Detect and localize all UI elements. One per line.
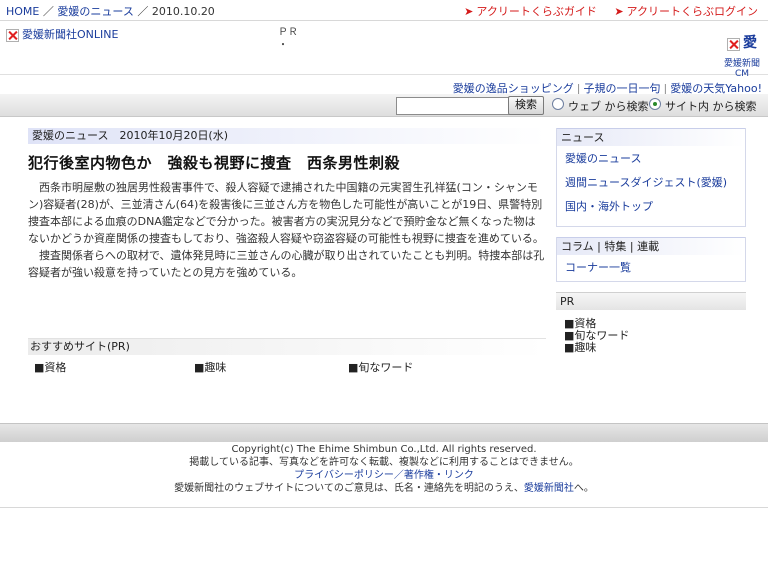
site-logo-link[interactable]: 愛媛新聞社ONLINE bbox=[22, 28, 118, 41]
page: HOME ／ 愛媛のニュース ／ 2010.10.20 ➤ アクリートくらぶガイド… bbox=[0, 0, 768, 508]
ehime-cm-banner[interactable]: 愛 愛媛新聞CM bbox=[722, 32, 762, 79]
pr-label: ＰＲ bbox=[278, 27, 298, 38]
recommended-item[interactable]: ■趣味 bbox=[194, 359, 226, 375]
search-input[interactable] bbox=[396, 97, 510, 115]
breadcrumb: HOME ／ 愛媛のニュース ／ 2010.10.20 bbox=[6, 3, 215, 19]
cm-logo-char: 愛 bbox=[743, 35, 757, 51]
copy-notice-text: 掲載している記事、写真などを許可なく転載、複製などに利用することはできません。 bbox=[189, 457, 579, 468]
radio-web-label: ウェブ から検索 bbox=[568, 100, 649, 113]
breadcrumb-section-link[interactable]: 愛媛のニュース bbox=[57, 5, 133, 18]
sidebar-link-corner-list[interactable]: コーナー一覧 bbox=[557, 255, 745, 281]
recommended-item[interactable]: ■資格 bbox=[34, 359, 66, 375]
broken-image-icon bbox=[727, 38, 740, 51]
contact-line: 愛媛新聞社のウェブサイトについてのご意見は、氏名・連絡先を明記のうえ、愛媛新聞社… bbox=[174, 483, 594, 494]
pr-banner: ＰＲ ・ bbox=[278, 26, 298, 52]
recommended-sites: おすすめサイト(PR) ■資格 ■趣味 ■旬なワード bbox=[28, 338, 546, 375]
pr-list: ■資格 ■旬なワード ■趣味 bbox=[556, 310, 746, 354]
contact-link[interactable]: 愛媛新聞社 bbox=[524, 483, 574, 494]
arrow-right-icon: ➤ bbox=[464, 5, 474, 18]
radio-web-search[interactable] bbox=[552, 98, 564, 110]
breadcrumb-date: 2010.10.20 bbox=[151, 5, 215, 18]
acreat-guide-link[interactable]: ➤ アクリートくらぶガイド bbox=[464, 5, 597, 18]
footer-bar bbox=[0, 423, 768, 442]
article-paragraph: 西条市明屋敷の独居男性殺害事件で、殺人容疑で逮捕された中国籍の元実習生孔祥猛(コ… bbox=[28, 181, 544, 245]
acreat-login-link[interactable]: ➤ アクリートくらぶログイン bbox=[614, 5, 758, 18]
news-box-heading: ニュース bbox=[557, 128, 745, 146]
pr-box: PR ■資格 ■旬なワード ■趣味 bbox=[556, 292, 746, 354]
article-section-heading: 愛媛のニュース 2010年10月20日(水) bbox=[28, 128, 546, 144]
search-button[interactable]: 検索 bbox=[508, 96, 544, 115]
top-links: ➤ アクリートくらぶガイド ➤ アクリートくらぶログイン bbox=[450, 3, 758, 19]
article-paragraph: 捜査関係者らへの取材で、遺体発見時に三並さんの心臓が取り出されていたことも判明。… bbox=[28, 249, 545, 279]
recommended-list: ■資格 ■趣味 ■旬なワード bbox=[28, 359, 546, 375]
column-box-heading: コラム | 特集 | 連載 bbox=[557, 237, 745, 255]
ad-row: 愛媛新聞社ONLINE ＰＲ ・ 愛 愛媛新聞CM bbox=[0, 22, 768, 79]
radio-site-label: サイト内 から検索 bbox=[665, 100, 757, 113]
pr-bullet: ・ bbox=[278, 40, 288, 51]
privacy-policy-link[interactable]: プライバシーポリシー／著作権・リンク bbox=[294, 470, 474, 481]
column-box: コラム | 特集 | 連載 コーナー一覧 bbox=[556, 237, 746, 282]
top-bar: HOME ／ 愛媛のニュース ／ 2010.10.20 ➤ アクリートくらぶガイド… bbox=[0, 0, 768, 21]
arrow-right-icon: ➤ bbox=[614, 5, 624, 18]
sidebar-link-weekly-digest[interactable]: 週間ニュースダイジェスト(愛媛) bbox=[557, 170, 745, 194]
copyright-text: Copyright(c) The Ehime Shimbun Co.,Ltd. … bbox=[231, 444, 537, 455]
radio-site-search[interactable] bbox=[649, 98, 661, 110]
breadcrumb-separator: ／ bbox=[39, 5, 58, 18]
sidebar-link-domestic-top[interactable]: 国内・海外トップ bbox=[557, 194, 745, 226]
news-box: ニュース 愛媛のニュース 週間ニュースダイジェスト(愛媛) 国内・海外トップ bbox=[556, 128, 746, 227]
pr-box-heading: PR bbox=[556, 292, 746, 310]
breadcrumb-home-link[interactable]: HOME bbox=[6, 5, 39, 18]
article-headline: 犯行後室内物色か 強殺も視野に捜査 西条男性刺殺 bbox=[28, 154, 401, 172]
sidebar: ニュース 愛媛のニュース 週間ニュースダイジェスト(愛媛) 国内・海外トップ コ… bbox=[556, 128, 746, 354]
broken-image-icon bbox=[6, 28, 19, 42]
page-bottom-divider bbox=[0, 507, 768, 508]
pr-item[interactable]: ■趣味 bbox=[564, 342, 746, 354]
recommended-item[interactable]: ■旬なワード bbox=[348, 359, 413, 375]
sidebar-link-ehime-news[interactable]: 愛媛のニュース bbox=[557, 146, 745, 170]
site-logo[interactable]: 愛媛新聞社ONLINE bbox=[6, 26, 118, 42]
article: 愛媛のニュース 2010年10月20日(水) 犯行後室内物色か 強殺も視野に捜査… bbox=[28, 128, 546, 281]
breadcrumb-separator: ／ bbox=[133, 5, 152, 18]
search-bar: 検索 ウェブ から検索 サイト内 から検索 bbox=[0, 94, 768, 117]
article-body: 西条市明屋敷の独居男性殺害事件で、殺人容疑で逮捕された中国籍の元実習生孔祥猛(コ… bbox=[28, 179, 546, 281]
footer: Copyright(c) The Ehime Shimbun Co.,Ltd. … bbox=[0, 443, 768, 495]
ehime-cm-link[interactable]: 愛媛新聞CM bbox=[722, 56, 762, 79]
recommended-heading: おすすめサイト(PR) bbox=[28, 338, 546, 355]
